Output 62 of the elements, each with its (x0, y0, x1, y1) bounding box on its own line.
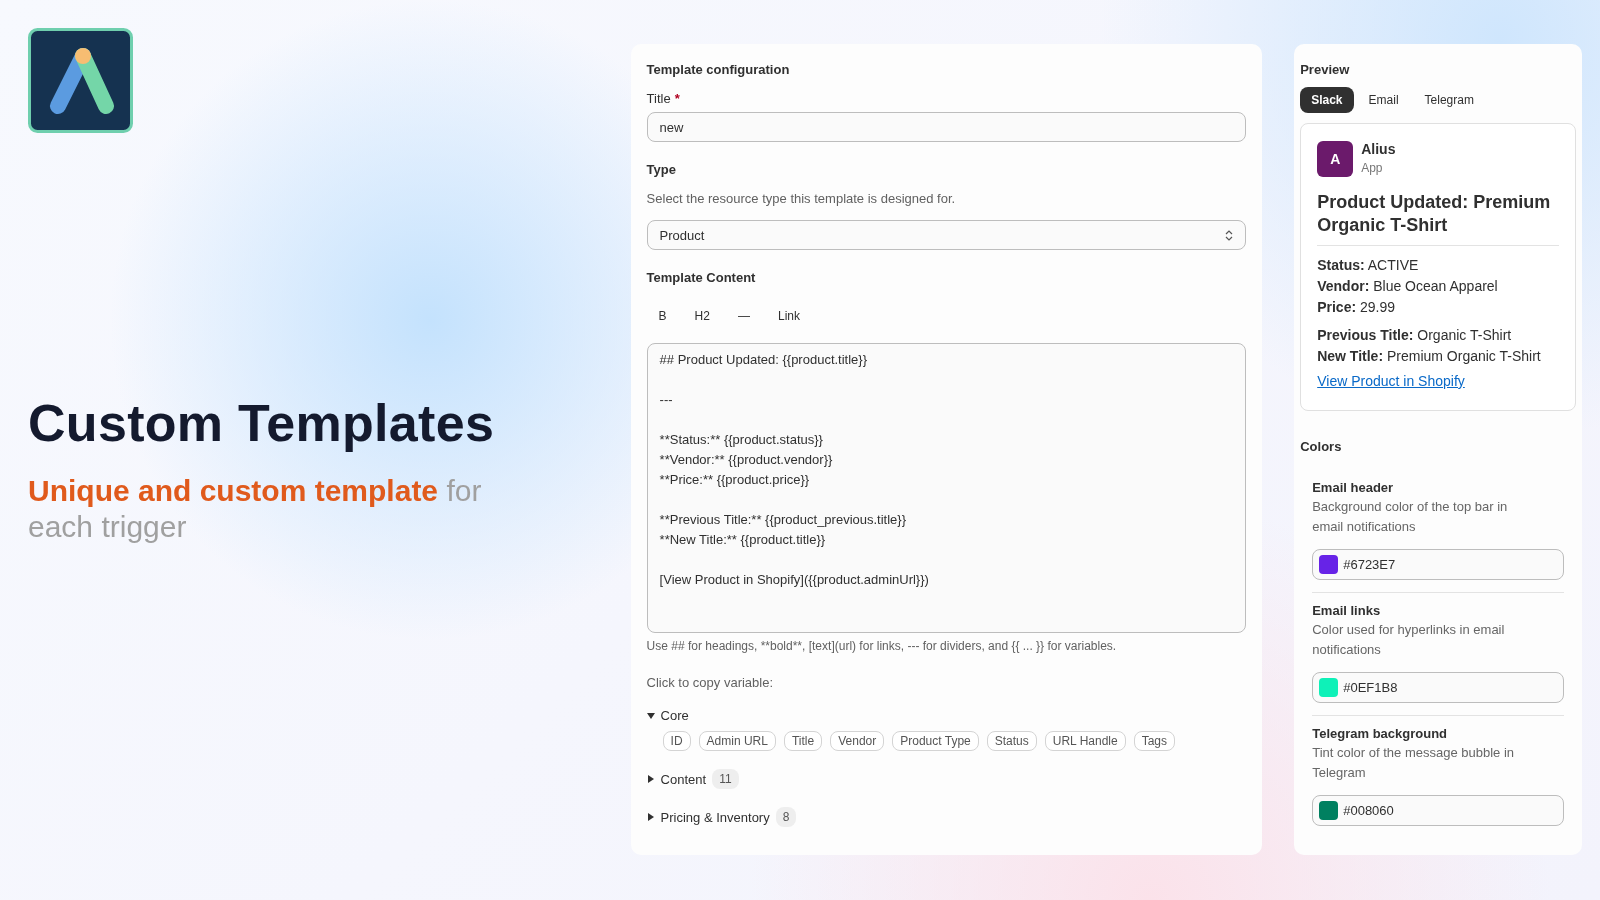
variable-chip[interactable]: Admin URL (698, 731, 776, 751)
color-description: Tint color of the message bubble in Telegram (1312, 744, 1516, 782)
caret-down-icon[interactable] (646, 711, 655, 720)
chevron-up-down-icon (1225, 228, 1234, 242)
color-name: Email header (1312, 480, 1395, 495)
sender-name: Alius (1361, 141, 1396, 157)
preview-tab[interactable]: Slack (1300, 87, 1354, 113)
variables-label: Click to copy variable: (646, 675, 775, 690)
section-heading: Template configuration (646, 62, 791, 77)
color-name: Telegram background (1312, 726, 1449, 741)
caret-right-icon[interactable] (646, 813, 655, 821)
avatar: A (1317, 141, 1354, 177)
logo-icon (28, 28, 133, 133)
section-heading: Type (646, 162, 677, 177)
shopify-link[interactable]: View Product in Shopify (1317, 373, 1465, 389)
message-field: Vendor: Blue Ocean Apparel (1317, 277, 1559, 295)
template-editor[interactable]: ## Product Updated: {{product.title}} --- **Status:** {{product.status}} **Vendor:** {{product.vendor}} **Price:** {{product.price}} **Previous Title:** {{product_previous.title}} **New Title:** {{product.title}} [View Product in Shopify]({{product.adminUrl}}) (646, 343, 1247, 633)
variable-chip[interactable]: Tags (1133, 731, 1176, 751)
sender-role: App (1361, 161, 1384, 175)
message-field: Price: 29.99 (1317, 298, 1559, 316)
variable-chip[interactable]: Status (986, 731, 1037, 751)
hero-subtitle: Unique and custom template for each trigger (28, 473, 483, 545)
color-description: Color used for hyperlinks in email notifications (1312, 621, 1506, 659)
preview-tab[interactable]: Email (1357, 87, 1410, 113)
toolbar-button[interactable]: B (646, 303, 679, 329)
count-badge: 8 (775, 807, 797, 827)
color-input[interactable]: #008060 (1312, 795, 1564, 826)
color-input[interactable]: #0EF1B8 (1312, 672, 1564, 703)
group-name[interactable]: Core (660, 708, 689, 723)
group-name[interactable]: Content (660, 771, 707, 787)
color-swatch[interactable] (1319, 678, 1339, 697)
color-input[interactable]: #6723E7 (1312, 549, 1564, 580)
caret-right-icon[interactable] (646, 775, 655, 783)
title-input[interactable]: new (646, 112, 1247, 142)
toolbar-button[interactable]: H2 (682, 303, 722, 329)
field-label: Title (646, 91, 671, 106)
message-title: Product Updated: Premium Organic T-Shirt (1317, 191, 1559, 246)
hero-title: Custom Templates (28, 393, 496, 453)
type-description: Select the resource type this template is designed for. (646, 191, 957, 206)
preview-tab[interactable]: Telegram (1413, 87, 1485, 113)
variable-chip[interactable]: Product Type (892, 731, 979, 751)
section-heading: Colors (1300, 439, 1343, 454)
message-field: Previous Title: Organic T-Shirt (1317, 326, 1559, 344)
message-field: Status: ACTIVE (1317, 256, 1559, 274)
color-name: Email links (1312, 603, 1382, 618)
group-name[interactable]: Pricing & Inventory (660, 809, 770, 825)
toolbar-button[interactable]: — (725, 303, 762, 329)
section-heading: Template Content (646, 270, 757, 285)
color-swatch[interactable] (1319, 555, 1339, 574)
message-field: New Title: Premium Organic T-Shirt (1317, 347, 1559, 365)
variable-chip[interactable]: Vendor (830, 731, 885, 751)
help-text: Use ## for headings, **bold**, [text](url) for links, --- for dividers, and {{ ... }} for variables. (646, 639, 1118, 653)
count-badge: 11 (712, 769, 739, 789)
variable-chip[interactable]: URL Handle (1044, 731, 1126, 751)
variable-chip[interactable]: Title (783, 731, 823, 751)
type-select[interactable]: Product (646, 220, 1247, 250)
color-swatch[interactable] (1319, 801, 1339, 820)
color-description: Background color of the top bar in email notifications (1312, 498, 1509, 536)
toolbar-button[interactable]: Link (765, 303, 812, 329)
required-mark: * (674, 91, 680, 106)
variable-chip[interactable]: ID (662, 731, 691, 751)
section-heading: Preview (1300, 62, 1351, 77)
